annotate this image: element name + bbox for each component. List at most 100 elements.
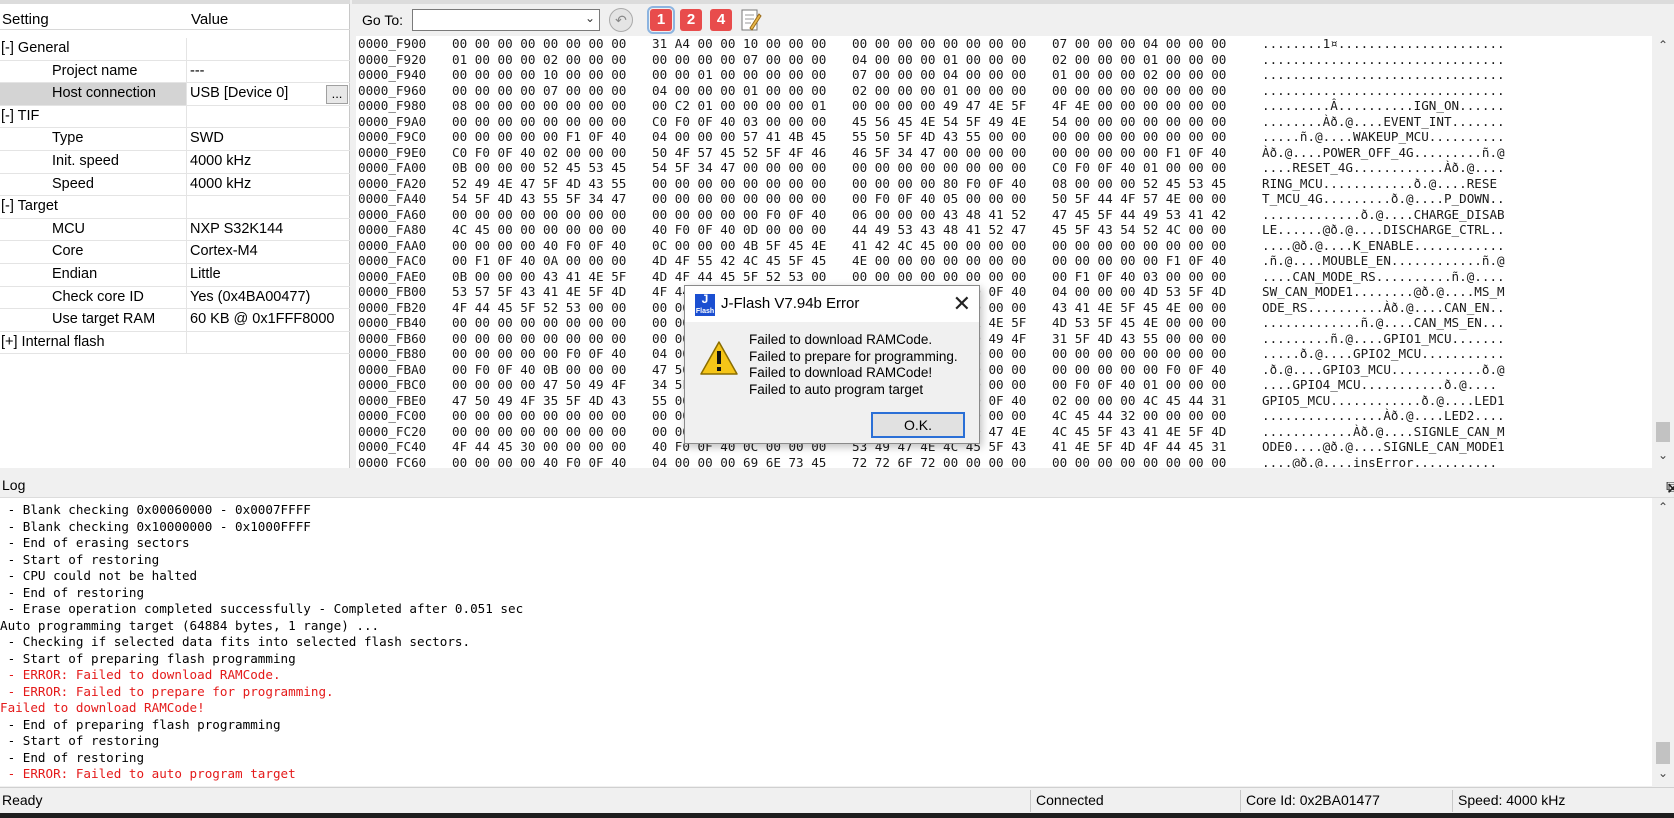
hex-row[interactable]: 0000_F9C0 00 00 00 00 00 F1 0F 40 04 00 00… bbox=[356, 129, 1652, 145]
setting-name-cell[interactable]: Check core ID bbox=[0, 286, 187, 310]
hex-address: 0000_FAA0 bbox=[358, 237, 427, 253]
settings-row[interactable]: Check core ID Yes (0x4BA00477) bbox=[0, 286, 350, 310]
hex-row[interactable]: 0000_F960 00 00 00 00 07 00 00 00 04 00 00… bbox=[356, 83, 1652, 99]
hex-ascii: .........ñ.@....GPIO1_MCU....... bbox=[1262, 330, 1505, 346]
setting-name-cell[interactable]: Init. speed bbox=[0, 150, 187, 174]
scroll-thumb[interactable] bbox=[1656, 422, 1670, 442]
hex-row[interactable]: 0000_FBC000 00 00 00 47 50 49 4F34 5F 4D… bbox=[356, 377, 1652, 393]
hex-row[interactable]: 0000_FB0053 57 5F 43 41 4E 5F 4D4F 44 45… bbox=[356, 284, 1652, 300]
hex-row[interactable]: 0000_FBA000 F0 0F 40 0B 00 00 0047 50 49… bbox=[356, 362, 1652, 378]
column-header-value[interactable]: Value bbox=[191, 11, 228, 28]
setting-value-cell[interactable] bbox=[187, 106, 350, 129]
hex-row[interactable]: 0000_FAC0 00 F1 0F 40 0A 00 00 00 4D 4F 55… bbox=[356, 253, 1652, 269]
log-panel: Log ⧉ ✕ - Blank checking 0x00060000 - 0x… bbox=[0, 474, 1674, 786]
setting-value-cell[interactable]: Yes (0x4BA00477) bbox=[187, 287, 350, 310]
hex-bytes: C0 F0 0F 40 02 00 00 00 bbox=[452, 144, 627, 160]
hex-row[interactable]: 0000_FC2000 00 00 00 00 00 00 0000 00 00… bbox=[356, 424, 1652, 440]
hex-scrollbar[interactable]: ⌃ ⌄ bbox=[1652, 36, 1674, 468]
setting-name-cell[interactable]: Endian bbox=[0, 263, 187, 287]
setting-name-cell[interactable]: Speed bbox=[0, 173, 187, 197]
scroll-down-arrow-icon[interactable]: ⌄ bbox=[1652, 448, 1674, 462]
hex-bytes: 47 45 5F 44 49 53 41 42 bbox=[1052, 206, 1227, 222]
back-arrow-icon[interactable]: ↶ bbox=[609, 8, 633, 32]
settings-row[interactable]: Endian Little bbox=[0, 263, 350, 287]
chevron-down-icon[interactable]: ⌄ bbox=[585, 11, 595, 25]
scroll-up-arrow-icon[interactable]: ⌃ bbox=[1652, 500, 1674, 514]
scroll-thumb[interactable] bbox=[1656, 742, 1670, 764]
setting-name-cell[interactable]: Core bbox=[0, 241, 187, 264]
scroll-up-arrow-icon[interactable]: ⌃ bbox=[1652, 38, 1674, 52]
setting-value-cell[interactable]: USB [Device 0]... bbox=[187, 83, 350, 106]
goto-combobox[interactable]: ⌄ bbox=[412, 9, 600, 31]
setting-name-cell[interactable]: Host connection bbox=[0, 83, 187, 106]
hex-row[interactable]: 0000_F920 01 00 00 00 02 00 00 00 00 00 00… bbox=[356, 52, 1652, 68]
setting-name-cell[interactable]: Type bbox=[0, 128, 187, 151]
error-dialog: J Flash J-Flash V7.94b Error ✕ Failed to … bbox=[684, 285, 980, 444]
hex-row[interactable]: 0000_FB4000 00 00 00 00 00 00 0000 00 00… bbox=[356, 315, 1652, 331]
setting-name-cell[interactable]: [+] Internal flash bbox=[0, 331, 187, 355]
setting-name-cell[interactable]: Project name bbox=[0, 60, 187, 84]
hex-row[interactable]: 0000_FAA0 00 00 00 00 40 F0 0F 40 0C 00 00… bbox=[356, 238, 1652, 254]
settings-row[interactable]: [-] Target bbox=[0, 196, 350, 219]
hex-bytes: 41 4E 5F 4D 4F 44 45 31 bbox=[1052, 439, 1227, 454]
scroll-down-arrow-icon[interactable]: ⌄ bbox=[1652, 766, 1674, 780]
hex-row[interactable]: 0000_F9A0 00 00 00 00 00 00 00 00 C0 F0 0F… bbox=[356, 114, 1652, 130]
hex-row[interactable]: 0000_F940 00 00 00 00 10 00 00 00 00 00 01… bbox=[356, 67, 1652, 83]
setting-value-cell[interactable] bbox=[187, 38, 350, 61]
setting-value-cell[interactable]: --- bbox=[187, 61, 350, 84]
setting-name-cell[interactable]: [-] Target bbox=[0, 196, 187, 219]
hex-row[interactable]: 0000_FC00 00 00 00 00 00 00 00 00 00 00 00… bbox=[356, 408, 1652, 424]
settings-row[interactable]: Init. speed 4000 kHz bbox=[0, 150, 350, 174]
hex-row[interactable]: 0000_FC60 00 00 00 00 40 F0 0F 40 04 00 00… bbox=[356, 455, 1652, 469]
log-scrollbar[interactable]: ⌃ ⌄ bbox=[1652, 498, 1674, 786]
hex-row[interactable]: 0000_FA80 4C 45 00 00 00 00 00 00 40 F0 0F… bbox=[356, 222, 1652, 238]
setting-name-cell[interactable]: MCU bbox=[0, 218, 187, 242]
settings-row[interactable]: [+] Internal flash bbox=[0, 331, 350, 355]
hex-row[interactable]: 0000_F980 08 00 00 00 00 00 00 00 00 C2 01… bbox=[356, 98, 1652, 114]
settings-row[interactable]: Speed 4000 kHz bbox=[0, 173, 350, 197]
setting-name-cell[interactable]: [-] General bbox=[0, 38, 187, 61]
setting-value-cell[interactable]: 60 KB @ 0x1FFF8000 bbox=[187, 309, 350, 332]
hex-row[interactable]: 0000_FB20 4F 44 45 5F 52 53 00 00 00 00 00… bbox=[356, 300, 1652, 316]
settings-row[interactable]: Host connection USB [Device 0]... bbox=[0, 83, 350, 106]
browse-button[interactable]: ... bbox=[326, 85, 348, 105]
hex-row[interactable]: 0000_FAE0 0B 00 00 00 43 41 4E 5F 4D 4F 44… bbox=[356, 269, 1652, 285]
settings-row[interactable]: [-] TIF bbox=[0, 105, 350, 129]
close-icon[interactable]: ✕ bbox=[953, 291, 971, 317]
setting-value-cell[interactable]: 4000 kHz bbox=[187, 174, 350, 197]
settings-row[interactable]: Project name --- bbox=[0, 60, 350, 84]
hex-row[interactable]: 0000_FC40 4F 44 45 30 00 00 00 00 40 F0 0F… bbox=[356, 439, 1652, 455]
edit-notes-icon[interactable] bbox=[740, 8, 762, 32]
toolbar-button-1[interactable]: 1 bbox=[647, 6, 675, 34]
setting-value-cell[interactable] bbox=[187, 332, 350, 355]
toolbar-button-4[interactable]: 4 bbox=[710, 9, 732, 31]
setting-value-cell[interactable]: SWD bbox=[187, 128, 350, 151]
settings-row[interactable]: Type SWD bbox=[0, 128, 350, 151]
hex-row[interactable]: 0000_FA40 54 5F 4D 43 55 5F 34 47 00 00 00… bbox=[356, 191, 1652, 207]
hex-row[interactable]: 0000_FBE047 50 49 4F 35 5F 4D 4355 00 00… bbox=[356, 393, 1652, 409]
ok-button[interactable]: O.K. bbox=[871, 412, 965, 438]
log-output[interactable]: - Blank checking 0x00060000 - 0x0007FFFF… bbox=[0, 502, 1650, 784]
setting-name-cell[interactable]: Use target RAM bbox=[0, 309, 187, 332]
setting-value-cell[interactable] bbox=[187, 196, 350, 219]
settings-row[interactable]: Core Cortex-M4 bbox=[0, 241, 350, 264]
hex-view[interactable]: 0000_F900 00 00 00 00 00 00 00 00 31 A4 00… bbox=[356, 36, 1652, 468]
setting-name-cell[interactable]: [-] TIF bbox=[0, 105, 187, 129]
setting-value-cell[interactable]: Little bbox=[187, 264, 350, 287]
settings-row[interactable]: MCU NXP S32K144 bbox=[0, 218, 350, 242]
hex-row[interactable]: 0000_FA60 00 00 00 00 00 00 00 00 00 00 00… bbox=[356, 207, 1652, 223]
setting-value-cell[interactable]: NXP S32K144 bbox=[187, 219, 350, 242]
hex-row[interactable]: 0000_F9E0 C0 F0 0F 40 02 00 00 00 50 4F 57… bbox=[356, 145, 1652, 161]
hex-row[interactable]: 0000_FB6000 00 00 00 00 00 00 0000 00 00… bbox=[356, 331, 1652, 347]
hex-row[interactable]: 0000_F900 00 00 00 00 00 00 00 00 31 A4 00… bbox=[356, 36, 1652, 52]
column-header-setting[interactable]: Setting bbox=[2, 11, 49, 28]
hex-row[interactable]: 0000_FA00 0B 00 00 00 52 45 53 45 54 5F 34… bbox=[356, 160, 1652, 176]
hex-row[interactable]: 0000_FB80 00 00 00 00 00 F0 0F 40 04 00 00… bbox=[356, 346, 1652, 362]
hex-row[interactable]: 0000_FA20 52 49 4E 47 5F 4D 43 55 00 00 00… bbox=[356, 176, 1652, 192]
setting-value-cell[interactable]: 4000 kHz bbox=[187, 151, 350, 174]
setting-value-cell[interactable]: Cortex-M4 bbox=[187, 241, 350, 264]
settings-row[interactable]: Use target RAM 60 KB @ 0x1FFF8000 bbox=[0, 309, 350, 332]
settings-row[interactable]: [-] General bbox=[0, 38, 350, 61]
toolbar-button-2[interactable]: 2 bbox=[680, 9, 702, 31]
close-icon[interactable]: ✕ bbox=[1666, 479, 1674, 499]
